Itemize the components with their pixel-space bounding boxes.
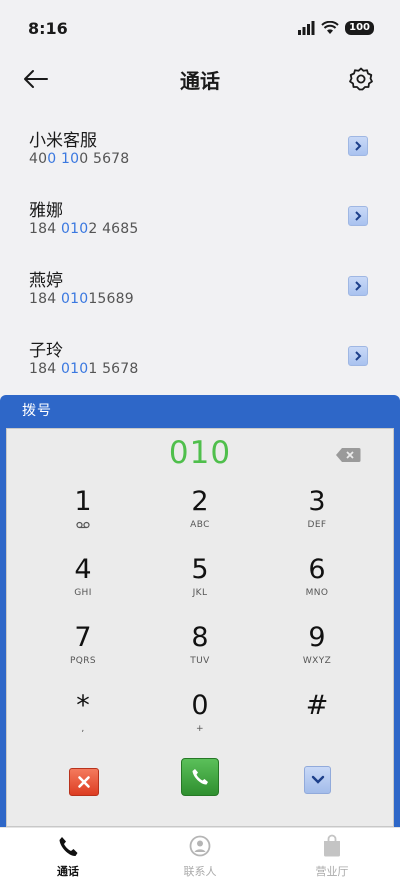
- contact-name: 燕婷: [29, 271, 63, 291]
- contact-item[interactable]: 燕婷 184 01015689: [0, 256, 400, 326]
- contact-name: 子玲: [29, 341, 63, 361]
- key-1[interactable]: 1: [38, 485, 128, 545]
- clear-button[interactable]: [69, 768, 99, 796]
- close-icon: [78, 776, 90, 788]
- key-hash[interactable]: #: [272, 689, 362, 749]
- key-star[interactable]: * ,: [38, 689, 128, 749]
- status-icons: 100: [297, 21, 374, 35]
- dialer-panel: 拨号 010 1 2 ABC 3 DEF 4 GHI 5 JKL 6 MNO 7…: [0, 395, 400, 827]
- contact-item[interactable]: 雅娜 184 0102 4685: [0, 186, 400, 256]
- phone-icon: [59, 837, 78, 857]
- key-5[interactable]: 5 JKL: [155, 553, 245, 613]
- wifi-icon: [321, 21, 339, 34]
- phone-icon: [192, 769, 208, 785]
- contact-number: 184 01015689: [29, 291, 134, 307]
- contact-item[interactable]: 小米客服 400 100 5678: [0, 116, 400, 186]
- app-header: 通话: [0, 56, 400, 102]
- nav-label: 营业厅: [315, 865, 349, 878]
- nav-label: 通话: [57, 865, 79, 878]
- status-time: 8:16: [28, 18, 68, 38]
- key-2[interactable]: 2 ABC: [155, 485, 245, 545]
- chevron-down-icon: [311, 775, 324, 784]
- nav-item-store[interactable]: 营业厅: [272, 834, 392, 879]
- page-title: 通话: [180, 68, 220, 93]
- nav-label: 联系人: [183, 865, 217, 878]
- nav-item-calls[interactable]: 通话: [8, 834, 128, 879]
- key-7[interactable]: 7 PQRS: [38, 621, 128, 681]
- signal-icon: [298, 21, 315, 35]
- contact-list: 小米客服 400 100 5678 雅娜 184 0102 4685 燕婷 18…: [0, 116, 400, 396]
- chevron-right-icon[interactable]: [348, 346, 368, 366]
- contact-icon: [189, 835, 211, 857]
- dialer-body: 010 1 2 ABC 3 DEF 4 GHI 5 JKL 6 MNO 7 PQ…: [6, 428, 394, 827]
- back-arrow-icon[interactable]: [22, 66, 50, 92]
- collapse-dialer-button[interactable]: [304, 766, 331, 794]
- key-3[interactable]: 3 DEF: [272, 485, 362, 545]
- chevron-right-icon[interactable]: [348, 206, 368, 226]
- contact-name: 雅娜: [29, 201, 63, 221]
- key-9[interactable]: 9 WXYZ: [272, 621, 362, 681]
- key-8[interactable]: 8 TUV: [155, 621, 245, 681]
- contact-item[interactable]: 子玲 184 0101 5678: [0, 326, 400, 396]
- bottom-nav: 通话 联系人 营业厅: [0, 827, 400, 889]
- chevron-right-icon[interactable]: [348, 276, 368, 296]
- contact-number: 184 0102 4685: [29, 221, 139, 237]
- gear-icon[interactable]: [348, 66, 374, 92]
- nav-item-contacts[interactable]: 联系人: [140, 834, 260, 879]
- dialer-title: 拨号: [22, 403, 52, 419]
- battery-indicator: 100: [345, 21, 374, 35]
- contact-number: 400 100 5678: [29, 151, 130, 167]
- contact-number: 184 0101 5678: [29, 361, 139, 377]
- chevron-right-icon[interactable]: [348, 136, 368, 156]
- voicemail-icon: [76, 521, 90, 529]
- key-0[interactable]: 0 +: [155, 689, 245, 749]
- status-bar: 8:16 100: [0, 0, 400, 56]
- bag-icon: [324, 834, 340, 857]
- key-6[interactable]: 6 MNO: [272, 553, 362, 613]
- call-button[interactable]: [181, 758, 219, 796]
- key-4[interactable]: 4 GHI: [38, 553, 128, 613]
- contact-name: 小米客服: [29, 131, 97, 151]
- backspace-icon[interactable]: [335, 447, 361, 463]
